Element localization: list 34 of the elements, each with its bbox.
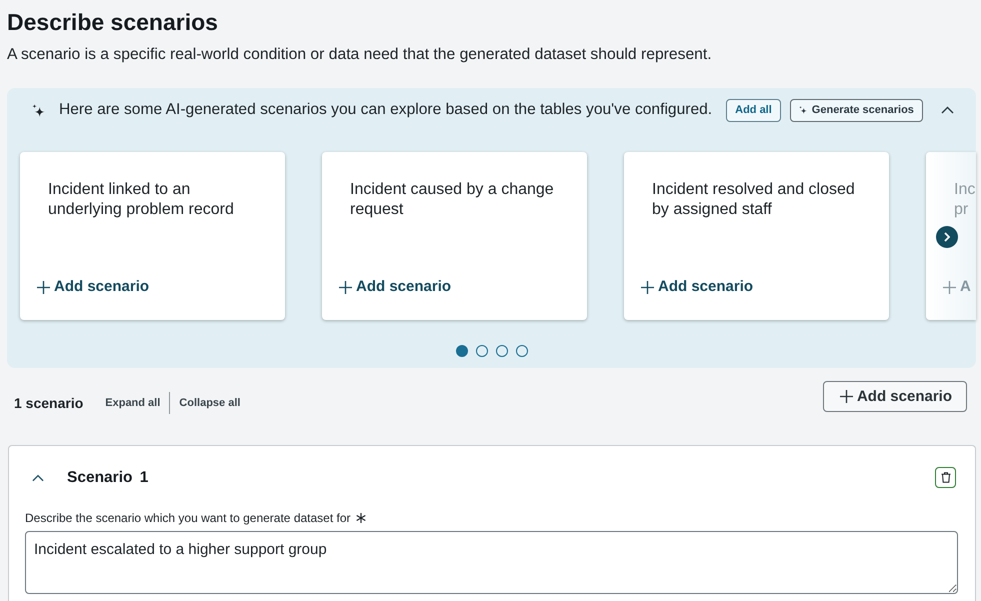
add-scenario-link[interactable]: Add scenario (339, 277, 452, 297)
plus-icon (943, 280, 956, 294)
plus-icon (37, 280, 50, 294)
page-dot[interactable] (456, 345, 468, 357)
scenario-title: Scenario 1 (67, 468, 148, 486)
scenario-count: 1 scenario (14, 394, 84, 412)
generate-scenarios-button[interactable]: Generate scenarios (790, 98, 923, 122)
field-label: Describe the scenario which you want to generate dataset for (25, 511, 351, 525)
scenario-card-text: Incident caused by a change request (350, 180, 555, 220)
sparkle-icon (798, 106, 807, 114)
delete-button[interactable] (935, 467, 956, 488)
cut-off-card-text: pr (954, 200, 968, 220)
scenario-card-text: Incident linked to an underlying problem record (48, 180, 235, 220)
suggestions-message: Here are some AI-generated scenarios you can explore based on the tables you've configured. (59, 101, 712, 119)
page-dot[interactable] (496, 345, 508, 357)
sparkle-icon (32, 104, 45, 116)
chevron-right-icon (944, 232, 950, 242)
page-dot[interactable] (516, 345, 528, 357)
plus-icon (339, 280, 352, 294)
add-scenario-link[interactable]: Add scenario (641, 277, 754, 297)
plus-icon (641, 280, 654, 294)
scenario-card-text: Incident resolved and closed by assigned staff (652, 180, 856, 220)
page-dot[interactable] (476, 345, 488, 357)
page-title: Describe scenarios (7, 8, 219, 36)
scenario-description-field[interactable]: Incident escalated to a higher support group (25, 531, 958, 594)
cut-off-card-text: Inc (954, 180, 976, 200)
trash-icon (940, 472, 950, 483)
add-scenario-button[interactable]: Add scenario (822, 381, 967, 412)
plus-icon (840, 390, 853, 403)
page-description: A scenario is a specific real-world condition or data need that the generated dataset should represent. (7, 46, 713, 64)
add-all-button[interactable]: Add all (726, 98, 781, 122)
expand-all-link[interactable]: Expand all (105, 394, 160, 412)
add-scenario-link[interactable]: Add scenario (37, 277, 150, 297)
collapse-all-link[interactable]: Collapse all (179, 394, 240, 412)
